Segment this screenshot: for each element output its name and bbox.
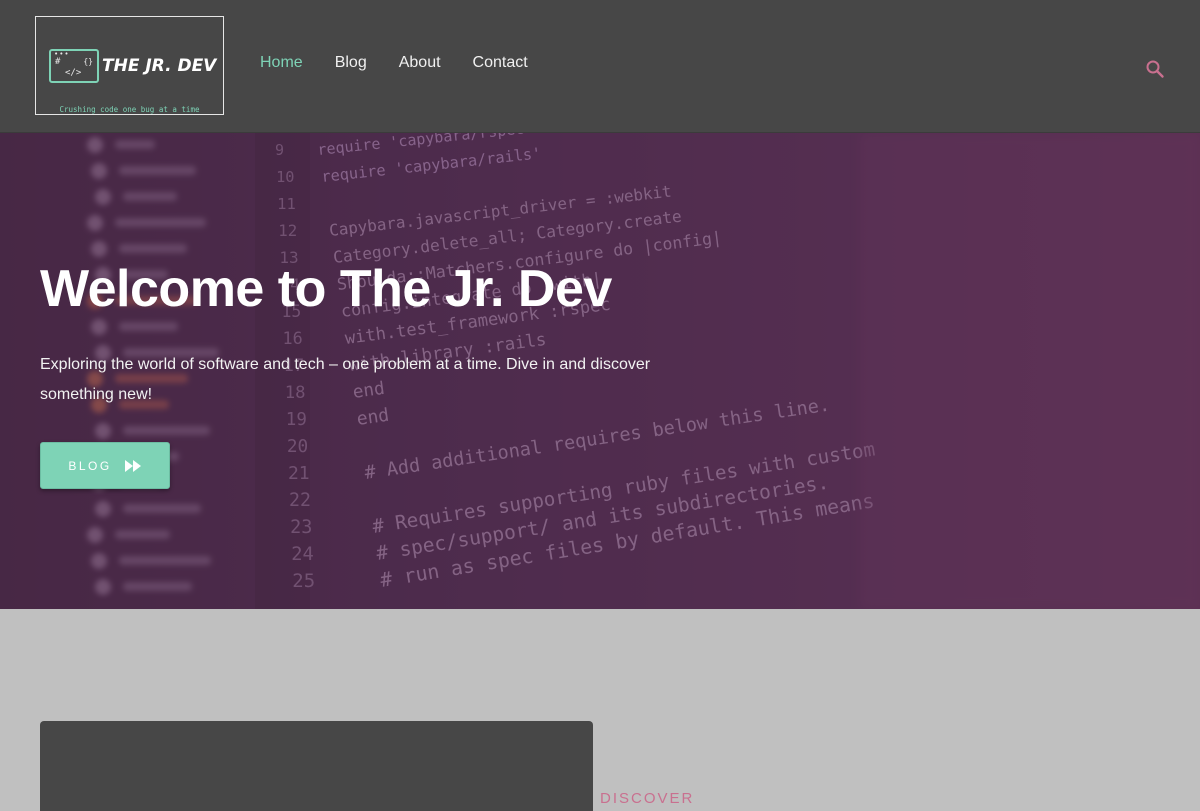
window-braces: {} <box>83 57 93 66</box>
logo-tagline: Crushing code one bug at a time <box>59 105 200 114</box>
nav-item-contact[interactable]: Contact <box>473 54 528 72</box>
main-nav: Home Blog About Contact <box>260 54 560 72</box>
blog-button-label: BLOG <box>68 458 112 473</box>
hero-section: 9require 'capybara/rspec'10require 'capy… <box>0 133 1200 609</box>
fast-forward-icon <box>124 459 141 472</box>
site-header: ••• # {} </> THE JR. DEV Crushing code o… <box>0 0 1200 133</box>
blog-button[interactable]: BLOG <box>40 442 170 489</box>
search-icon <box>1146 60 1164 78</box>
window-hash: # <box>55 57 61 67</box>
window-code-tag: </> <box>65 68 82 78</box>
featured-card[interactable] <box>40 721 593 811</box>
discover-label: DISCOVER <box>600 790 695 807</box>
logo-title: THE JR. DEV <box>102 56 217 76</box>
search-button[interactable] <box>1143 57 1167 81</box>
nav-item-blog[interactable]: Blog <box>335 54 367 72</box>
code-window-icon: ••• # {} </> <box>49 49 99 83</box>
site-logo[interactable]: ••• # {} </> THE JR. DEV Crushing code o… <box>35 16 224 115</box>
content-section: DISCOVER <box>0 609 1200 811</box>
hero-title: Welcome to The Jr. Dev <box>40 260 612 318</box>
hero-subtitle: Exploring the world of software and tech… <box>40 356 651 403</box>
nav-item-home[interactable]: Home <box>260 54 303 72</box>
nav-item-about[interactable]: About <box>399 54 441 72</box>
